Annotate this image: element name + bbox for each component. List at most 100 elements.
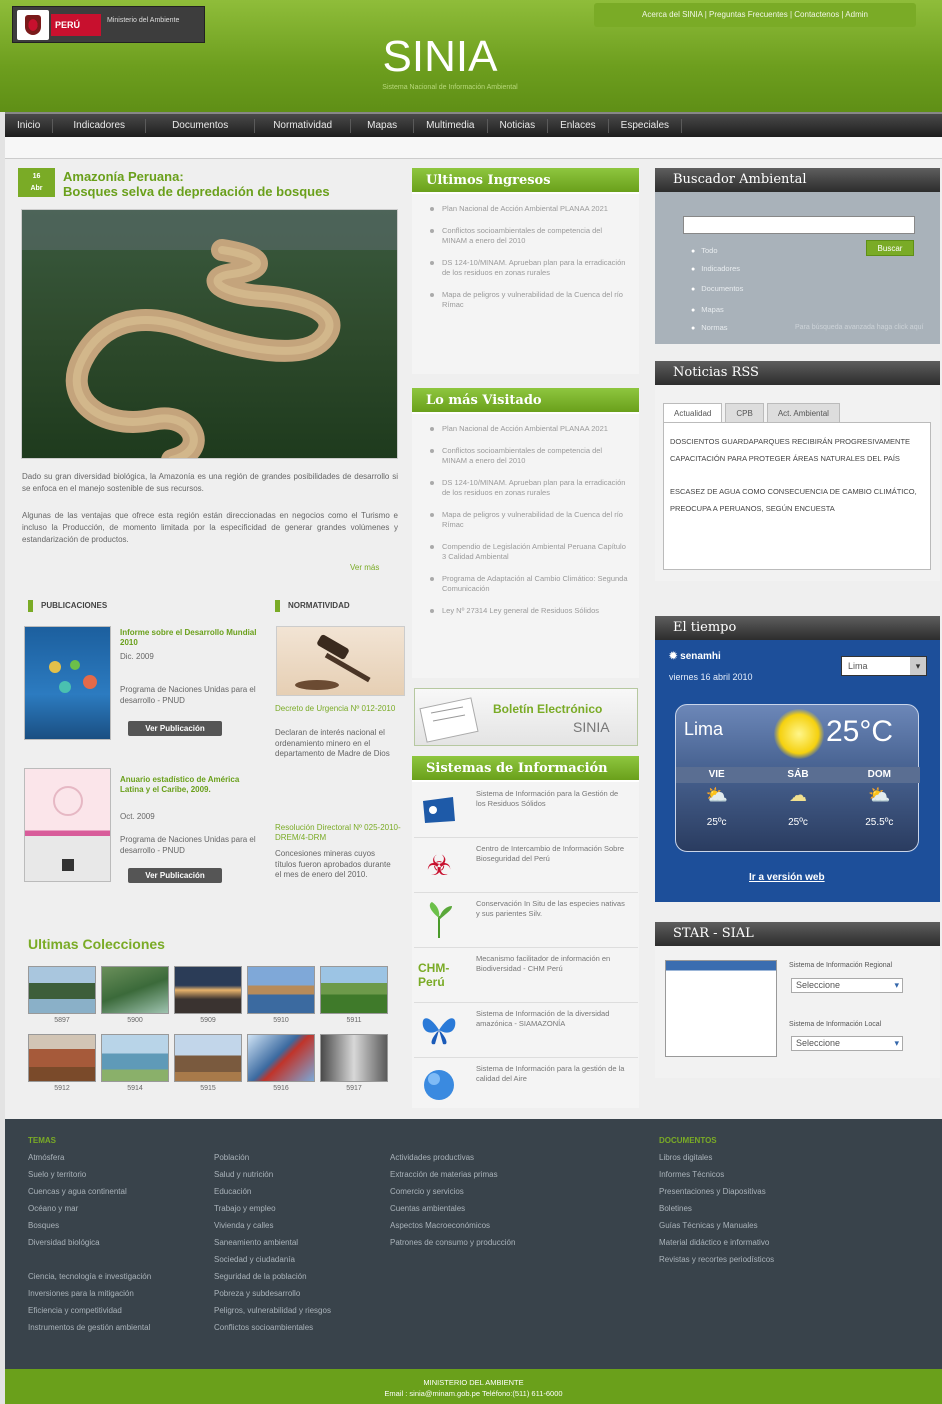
search-option-radio[interactable]: Indicadores [691,264,740,273]
footer-link[interactable]: Bosques [28,1217,151,1234]
list-item[interactable]: DS 124-10/MINAM. Aprueban plan para la e… [428,258,629,278]
sistema-item[interactable]: Sistema de Información de la diversidad … [414,1003,638,1058]
city-select[interactable]: Lima [841,656,927,676]
sistema-item[interactable]: CHM-Perú Mecanismo facilitador de inform… [414,948,638,1003]
collection-thumb[interactable] [28,966,96,1014]
norma-link-1[interactable]: Decreto de Urgencia Nº 012-2010 [275,704,405,714]
star-screenshot[interactable] [665,960,777,1057]
search-button[interactable]: Buscar [866,240,914,256]
list-item[interactable]: Ley Nº 27314 Ley general de Residuos Sól… [428,606,629,616]
footer-link[interactable]: Patrones de consumo y producción [390,1234,515,1251]
footer-link[interactable]: Océano y mar [28,1200,151,1217]
nav-enlaces[interactable]: Enlaces [548,118,609,133]
footer-link[interactable]: Atmósfera [28,1149,151,1166]
footer-link[interactable]: Comercio y servicios [390,1183,515,1200]
footer-link[interactable]: Cuentas ambientales [390,1200,515,1217]
publication-cover-2[interactable] [24,768,111,882]
footer-link[interactable]: Extracción de materias primas [390,1166,515,1183]
search-option-radio[interactable]: Todo [691,246,717,255]
footer-link[interactable]: Sociedad y ciudadanía [214,1251,331,1268]
nav-multimedia[interactable]: Multimedia [414,118,488,133]
list-item[interactable]: Compendio de Legislación Ambiental Perua… [428,542,629,562]
footer-link[interactable]: Instrumentos de gestión ambiental [28,1319,151,1336]
collection-thumb[interactable] [320,1034,388,1082]
rss-news-item[interactable]: Escasez de agua como consecuencia de cam… [670,483,924,517]
sistema-item[interactable]: ☣ Centro de Intercambio de Información S… [414,838,638,893]
footer-link[interactable]: Revistas y recortes periodísticos [659,1251,774,1268]
collection-thumb[interactable] [174,1034,242,1082]
rss-news-item[interactable]: Doscientos guardaparques recibirán progr… [670,433,924,467]
footer-link[interactable]: Trabajo y empleo [214,1200,331,1217]
sistema-item[interactable]: Sistema de Información para la gestión d… [414,1058,638,1113]
rss-tab-cpb[interactable]: CPB [725,403,764,423]
footer-link[interactable]: Salud y nutrición [214,1166,331,1183]
feature-headline[interactable]: Amazonía Peruana: Bosques selva de depre… [63,169,393,199]
list-item[interactable]: Plan Nacional de Acción Ambiental PLANAA… [428,204,629,214]
list-item[interactable]: Conflictos socioambientales de competenc… [428,446,629,466]
rss-tab-actualidad[interactable]: Actualidad [663,403,723,423]
publication-title-2[interactable]: Anuario estadístico de América Latina y … [120,775,260,795]
ver-publicacion-button-2[interactable]: Ver Publicación [128,868,222,883]
sistema-item[interactable]: Sistema de Información para la Gestión d… [414,783,638,838]
version-web-link[interactable]: Ir a versión web [749,872,825,883]
top-links[interactable]: Acerca del SINIA | Preguntas Frecuentes … [594,3,916,27]
footer-link[interactable]: Presentaciones y Diapositivas [659,1183,774,1200]
boletin-banner[interactable]: Boletín Electrónico SINIA [414,688,638,746]
footer-link[interactable]: Población [214,1149,331,1166]
norma-link-2[interactable]: Resolución Directoral Nº 025-2010-DREM/4… [275,823,405,843]
rss-tab-act-ambiental[interactable]: Act. Ambiental [766,403,840,423]
nav-noticias[interactable]: Noticias [488,118,549,133]
footer-link[interactable]: Ciencia, tecnología e investigación [28,1268,151,1285]
footer-link[interactable]: Educación [214,1183,331,1200]
nav-normatividad[interactable]: Normatividad [255,118,352,133]
list-item[interactable]: Conflictos socioambientales de competenc… [428,226,629,246]
search-option-radio[interactable]: Mapas [691,305,724,314]
footer-link[interactable]: Aspectos Macroeconómicos [390,1217,515,1234]
nav-indicadores[interactable]: Indicadores [53,118,147,133]
collection-thumb[interactable] [101,1034,169,1082]
local-select[interactable]: Seleccione [791,1036,903,1051]
list-item[interactable]: Mapa de peligros y vulnerabilidad de la … [428,510,629,530]
footer-link[interactable]: Suelo y territorio [28,1166,151,1183]
footer-link[interactable]: Cuencas y agua continental [28,1183,151,1200]
ver-publicacion-button-1[interactable]: Ver Publicación [128,721,222,736]
footer-link[interactable]: Inversiones para la mitigación [28,1285,151,1302]
collection-thumb[interactable] [28,1034,96,1082]
footer-link[interactable]: Diversidad biológica [28,1234,151,1251]
advanced-search-link[interactable]: Para búsqueda avanzada haga click aquí [795,324,923,331]
nav-especiales[interactable]: Especiales [609,118,683,133]
sistema-item[interactable]: Conservación In Situ de las especies nat… [414,893,638,948]
list-item[interactable]: DS 124-10/MINAM. Aprueban plan para la e… [428,478,629,498]
footer-link[interactable]: Informes Técnicos [659,1166,774,1183]
regional-select[interactable]: Seleccione [791,978,903,993]
ver-mas-link[interactable]: Ver más [350,563,379,572]
search-option-radio[interactable]: Normas [691,323,727,332]
footer-link[interactable]: Saneamiento ambiental [214,1234,331,1251]
footer-link[interactable]: Conflictos socioambientales [214,1319,331,1336]
minam-logo[interactable]: PERÚ Ministerio del Ambiente [12,6,205,43]
nav-documentos[interactable]: Documentos [146,118,256,133]
publication-title-1[interactable]: Informe sobre el Desarrollo Mundial 2010 [120,628,260,648]
footer-link[interactable]: Material didáctico e informativo [659,1234,774,1251]
footer-link[interactable]: Vivienda y calles [214,1217,331,1234]
footer-link[interactable]: Boletines [659,1200,774,1217]
footer-link[interactable]: Guías Técnicas y Manuales [659,1217,774,1234]
collection-thumb[interactable] [247,966,315,1014]
collection-thumb[interactable] [101,966,169,1014]
site-title[interactable]: SINIA [340,32,540,82]
feature-hero-image[interactable] [21,209,398,459]
nav-inicio[interactable]: Inicio [5,118,54,133]
collection-thumb[interactable] [247,1034,315,1082]
search-input[interactable] [683,216,915,234]
list-item[interactable]: Programa de Adaptación al Cambio Climáti… [428,574,629,594]
collection-thumb[interactable] [174,966,242,1014]
list-item[interactable]: Plan Nacional de Acción Ambiental PLANAA… [428,424,629,434]
footer-link[interactable]: Seguridad de la población [214,1268,331,1285]
nav-mapas[interactable]: Mapas [351,118,415,133]
search-option-radio[interactable]: Documentos [691,284,743,293]
footer-link[interactable]: Eficiencia y competitividad [28,1302,151,1319]
footer-link[interactable]: Libros digitales [659,1149,774,1166]
list-item[interactable]: Mapa de peligros y vulnerabilidad de la … [428,290,629,310]
footer-link[interactable]: Pobreza y subdesarrollo [214,1285,331,1302]
collection-thumb[interactable] [320,966,388,1014]
